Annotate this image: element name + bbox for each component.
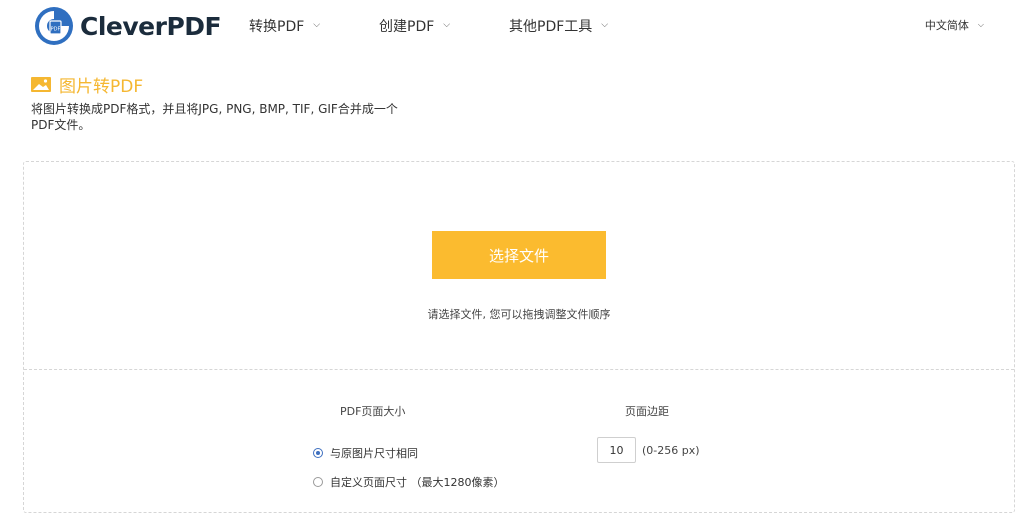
page-size-label: PDF页面大小	[340, 405, 406, 418]
upload-hint: 请选择文件, 您可以拖拽调整文件顺序	[427, 308, 611, 321]
options-section: PDF页面大小 与原图片尺寸相同 自定义页面尺寸 （最大1280像素） 页面边距…	[24, 370, 1014, 514]
nav-other-pdf-tools-label: 其他PDF工具	[509, 19, 593, 35]
header: PDF CleverPDF 转换PDF ⌵ 创建PDF ⌵ 其他PDF工具 ⌵ …	[0, 0, 1024, 56]
margin-range-hint: (0-256 px)	[642, 444, 700, 457]
choose-file-button[interactable]: 选择文件	[432, 231, 606, 279]
page-title: 图片转PDF	[31, 72, 143, 97]
radio-checked-icon[interactable]	[313, 448, 323, 458]
cleverpdf-logo-icon: PDF	[35, 7, 73, 45]
nav-convert-pdf-label: 转换PDF	[249, 19, 305, 35]
svg-text:PDF: PDF	[51, 27, 61, 33]
logo-text: CleverPDF	[80, 11, 222, 41]
page-description: 将图片转换成PDF格式，并且将JPG, PNG, BMP, TIF, GIF合并…	[31, 102, 398, 132]
radio-custom-size[interactable]: 自定义页面尺寸 （最大1280像素）	[313, 474, 505, 490]
radio-unchecked-icon[interactable]	[313, 477, 323, 487]
margin-input[interactable]	[597, 437, 636, 463]
margin-label: 页面边距	[625, 405, 669, 418]
chevron-down-icon: ⌵	[313, 20, 321, 30]
nav-create-pdf-label: 创建PDF	[379, 19, 435, 35]
page-title-text: 图片转PDF	[59, 77, 144, 97]
chevron-down-icon: ⌵	[601, 20, 609, 30]
radio-same-as-image[interactable]: 与原图片尺寸相同	[313, 445, 418, 461]
nav-convert-pdf[interactable]: 转换PDF ⌵	[249, 16, 320, 36]
chevron-down-icon: ⌵	[443, 20, 451, 30]
nav-other-pdf-tools[interactable]: 其他PDF工具 ⌵	[509, 16, 608, 36]
image-icon	[31, 77, 51, 92]
radio-same-as-image-label: 与原图片尺寸相同	[330, 447, 418, 460]
language-selector[interactable]: 中文简体 ⌵	[925, 17, 984, 33]
nav-create-pdf[interactable]: 创建PDF ⌵	[379, 16, 450, 36]
file-drop-zone[interactable]: 选择文件 请选择文件, 您可以拖拽调整文件顺序	[24, 162, 1014, 370]
logo[interactable]: PDF CleverPDF	[34, 6, 222, 46]
radio-custom-size-label: 自定义页面尺寸 （最大1280像素）	[330, 476, 505, 489]
chevron-down-icon: ⌵	[977, 20, 984, 29]
upload-panel: 选择文件 请选择文件, 您可以拖拽调整文件顺序 PDF页面大小 与原图片尺寸相同…	[23, 161, 1015, 513]
language-label: 中文简体	[924, 19, 969, 32]
